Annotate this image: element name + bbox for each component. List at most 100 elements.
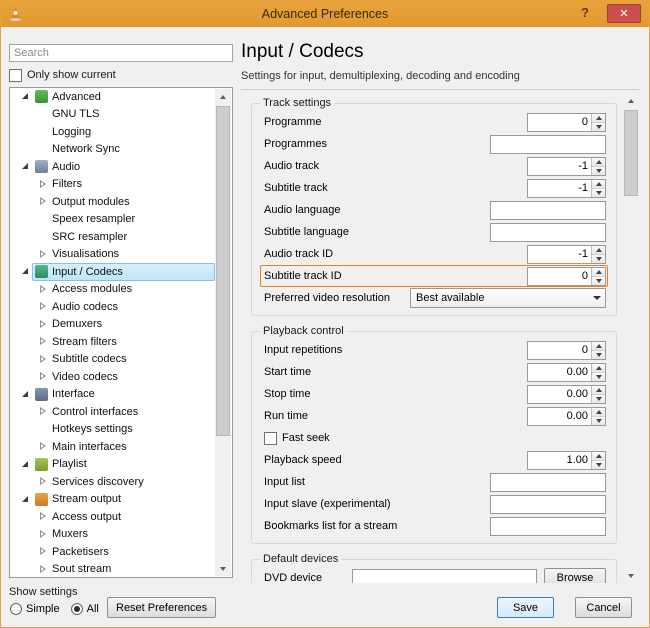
tree-item-interface[interactable]: Interface — [10, 386, 215, 404]
collapsed-twisty-icon[interactable] — [38, 336, 49, 347]
tree-item-playlist[interactable]: Playlist — [10, 456, 215, 474]
browse-button[interactable]: Browse — [544, 568, 606, 584]
input-list-input[interactable] — [490, 473, 606, 492]
tree-item-subtitle-codecs[interactable]: Subtitle codecs — [10, 351, 215, 369]
cancel-button[interactable]: Cancel — [575, 597, 632, 618]
dvd-device-input[interactable] — [352, 569, 537, 584]
tree-item-advanced[interactable]: Advanced — [10, 88, 215, 106]
scroll-down-icon[interactable] — [215, 560, 231, 576]
all-radio[interactable] — [71, 603, 83, 615]
spin-down-icon[interactable] — [592, 166, 605, 175]
spin-down-icon[interactable] — [592, 188, 605, 197]
reset-preferences-button[interactable]: Reset Preferences — [107, 597, 216, 618]
tree-item-gnu-tls[interactable]: GNU TLS — [10, 106, 215, 124]
radio-option-all[interactable]: All — [71, 603, 99, 615]
tree-item-sout-stream[interactable]: Sout stream — [10, 561, 215, 578]
tree-item-src-resampler[interactable]: SRC resampler — [10, 228, 215, 246]
collapsed-twisty-icon[interactable] — [38, 249, 49, 260]
subtitle-language-input[interactable] — [490, 223, 606, 242]
tree-item-stream-filters[interactable]: Stream filters — [10, 333, 215, 351]
tree-item-demuxers[interactable]: Demuxers — [10, 316, 215, 334]
start-time-value[interactable] — [528, 364, 591, 381]
tree-item-visualisations[interactable]: Visualisations — [10, 246, 215, 264]
tree-item-logging[interactable]: Logging — [10, 123, 215, 141]
spin-down-icon[interactable] — [592, 372, 605, 381]
spin-up-icon[interactable] — [592, 342, 605, 350]
collapsed-twisty-icon[interactable] — [38, 511, 49, 522]
tree-item-input-codecs[interactable]: Input / Codecs — [10, 263, 215, 281]
expanded-twisty-icon[interactable] — [20, 459, 31, 470]
expanded-twisty-icon[interactable] — [20, 161, 31, 172]
tree-item-speex-resampler[interactable]: Speex resampler — [10, 211, 215, 229]
collapsed-twisty-icon[interactable] — [38, 301, 49, 312]
audio-language-input[interactable] — [490, 201, 606, 220]
tree-item-services-discovery[interactable]: Services discovery — [10, 473, 215, 491]
only-show-current-checkbox[interactable] — [9, 69, 22, 82]
spin-down-icon[interactable] — [592, 122, 605, 131]
audio-track-value[interactable] — [528, 158, 591, 175]
settings-scrollbar-thumb[interactable] — [624, 110, 638, 196]
only-show-current-option[interactable]: Only show current — [9, 67, 233, 83]
tree-scrollbar-thumb[interactable] — [216, 106, 230, 436]
collapsed-twisty-icon[interactable] — [38, 546, 49, 557]
spin-up-icon[interactable] — [592, 452, 605, 460]
playback-speed-value[interactable] — [528, 452, 591, 469]
tree-item-network-sync[interactable]: Network Sync — [10, 141, 215, 159]
spin-down-icon[interactable] — [592, 276, 605, 285]
scroll-down-icon[interactable] — [623, 567, 639, 583]
expanded-twisty-icon[interactable] — [20, 389, 31, 400]
radio-option-simple[interactable]: Simple — [10, 603, 60, 615]
preferred-video-resolution-dropdown[interactable]: Best available — [410, 288, 606, 308]
tree-item-hotkeys-settings[interactable]: Hotkeys settings — [10, 421, 215, 439]
spin-down-icon[interactable] — [592, 394, 605, 403]
spin-up-icon[interactable] — [592, 408, 605, 416]
collapsed-twisty-icon[interactable] — [38, 441, 49, 452]
collapsed-twisty-icon[interactable] — [38, 406, 49, 417]
collapsed-twisty-icon[interactable] — [38, 371, 49, 382]
spin-down-icon[interactable] — [592, 350, 605, 359]
collapsed-twisty-icon[interactable] — [38, 564, 49, 575]
tree-item-audio-codecs[interactable]: Audio codecs — [10, 298, 215, 316]
close-button[interactable]: ✕ — [607, 4, 641, 23]
input-repetitions-value[interactable] — [528, 342, 591, 359]
tree-scrollbar[interactable] — [215, 89, 231, 576]
expanded-twisty-icon[interactable] — [20, 494, 31, 505]
stop-time-value[interactable] — [528, 386, 591, 403]
collapsed-twisty-icon[interactable] — [38, 529, 49, 540]
tree-item-packetisers[interactable]: Packetisers — [10, 543, 215, 561]
expanded-twisty-icon[interactable] — [20, 91, 31, 102]
titlebar[interactable]: Advanced Preferences ? ✕ — [1, 1, 649, 27]
collapsed-twisty-icon[interactable] — [38, 284, 49, 295]
search-input[interactable] — [9, 44, 233, 62]
scroll-up-icon[interactable] — [623, 93, 639, 109]
tree-item-video-codecs[interactable]: Video codecs — [10, 368, 215, 386]
collapsed-twisty-icon[interactable] — [38, 179, 49, 190]
spin-up-icon[interactable] — [592, 246, 605, 254]
simple-radio[interactable] — [10, 603, 22, 615]
scroll-up-icon[interactable] — [215, 89, 231, 105]
spin-up-icon[interactable] — [592, 386, 605, 394]
input-slave-experimental-input[interactable] — [490, 495, 606, 514]
tree-item-output-modules[interactable]: Output modules — [10, 193, 215, 211]
tree-item-filters[interactable]: Filters — [10, 176, 215, 194]
tree-item-main-interfaces[interactable]: Main interfaces — [10, 438, 215, 456]
tree-item-control-interfaces[interactable]: Control interfaces — [10, 403, 215, 421]
spin-up-icon[interactable] — [592, 268, 605, 276]
spin-down-icon[interactable] — [592, 254, 605, 263]
spin-up-icon[interactable] — [592, 180, 605, 188]
programmes-input[interactable] — [490, 135, 606, 154]
collapsed-twisty-icon[interactable] — [38, 476, 49, 487]
bookmarks-list-for-a-stream-input[interactable] — [490, 517, 606, 536]
settings-scrollbar[interactable] — [623, 93, 639, 583]
spin-up-icon[interactable] — [592, 158, 605, 166]
save-button[interactable]: Save — [497, 597, 554, 618]
spin-up-icon[interactable] — [592, 364, 605, 372]
tree-item-audio[interactable]: Audio — [10, 158, 215, 176]
help-button[interactable]: ? — [577, 4, 593, 22]
programme-value[interactable] — [528, 114, 591, 131]
collapsed-twisty-icon[interactable] — [38, 354, 49, 365]
subtitle-track-value[interactable] — [528, 180, 591, 197]
tree-item-access-output[interactable]: Access output — [10, 508, 215, 526]
audio-track-id-value[interactable] — [528, 246, 591, 263]
tree-item-muxers[interactable]: Muxers — [10, 526, 215, 544]
